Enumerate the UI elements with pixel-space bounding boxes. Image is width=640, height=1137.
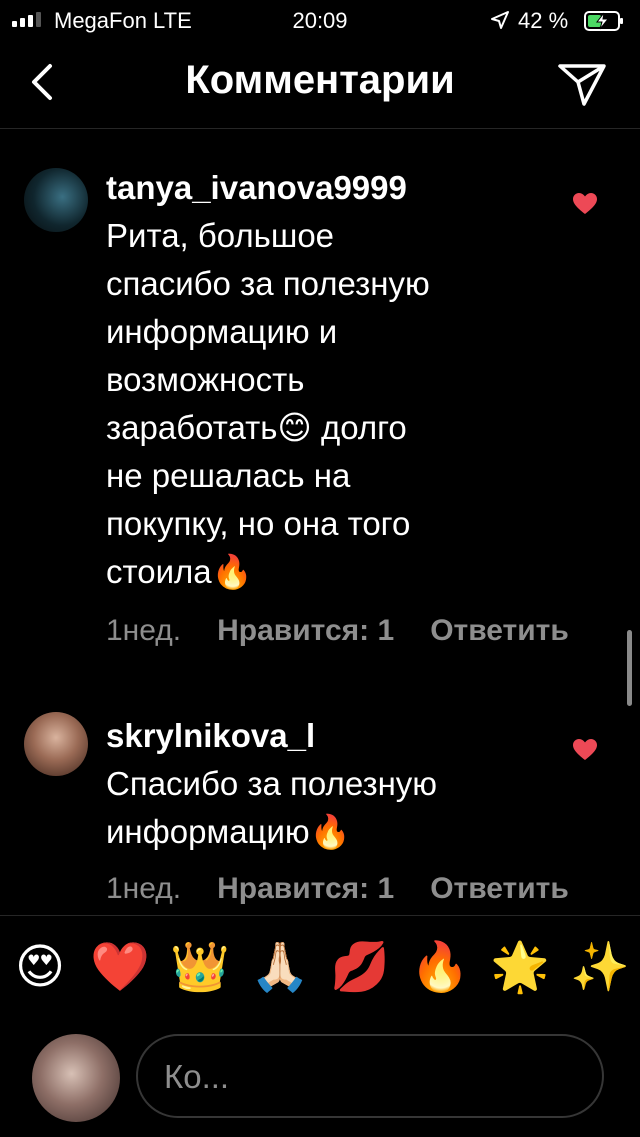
reply-button[interactable]: Ответить [430,614,569,648]
comment-username[interactable]: skrylnikova_l [106,712,536,760]
page-title: Комментарии [185,58,455,102]
emoji-folded-hands-button[interactable]: 🙏🏻 [247,938,313,998]
heart-icon[interactable] [572,738,598,762]
status-bar: MegaFon LTE 20:09 42 % [0,0,640,40]
emoji-red-heart-button[interactable]: ❤️ [87,938,153,998]
avatar[interactable] [24,712,88,776]
reply-button[interactable]: Ответить [430,872,569,906]
comment-meta: 1нед. Нравится: 1 Ответить [106,872,640,906]
emoji-fire-button[interactable]: 🔥 [407,938,473,998]
emoji-crown-button[interactable]: 👑 [167,938,233,998]
emoji-star-button[interactable]: 🌟 [487,938,553,998]
emoji-kiss-button[interactable]: 💋 [327,938,393,998]
comment-time: 1нед. [106,614,182,647]
heart-icon[interactable] [572,192,598,216]
comment-input-placeholder: Ко... [164,1058,230,1095]
location-arrow-icon [491,11,509,29]
current-user-avatar [32,1034,120,1122]
emoji-heart-eyes-button[interactable]: 😍 [7,938,73,998]
battery-charging-icon [584,11,623,31]
comment-likes[interactable]: Нравится: 1 [217,872,394,906]
avatar[interactable] [24,168,88,232]
comment-composer-area: 😍 ❤️ 👑 🙏🏻 💋 🔥 🌟 ✨ Ко... [0,915,640,1137]
paper-plane-icon[interactable] [556,60,608,108]
header-bar: Комментарии [0,40,640,129]
comment-likes[interactable]: Нравится: 1 [217,614,394,648]
quick-emoji-bar: 😍 ❤️ 👑 🙏🏻 💋 🔥 🌟 ✨ [0,938,640,998]
battery-percent: 42 % [518,8,569,33]
comment-time: 1нед. [106,872,182,905]
emoji-sparkles-button[interactable]: ✨ [567,938,633,998]
comment-username[interactable]: tanya_ivanova9999 [106,164,536,212]
comment-text: Рита, большое спасибо за полезную информ… [106,217,430,590]
comment-meta: 1нед. Нравится: 1 Ответить [106,614,640,648]
comment-input[interactable]: Ко... [136,1034,604,1118]
comment-text: Спасибо за полезную информацию🔥 [106,765,438,850]
scrollbar[interactable] [627,630,632,706]
